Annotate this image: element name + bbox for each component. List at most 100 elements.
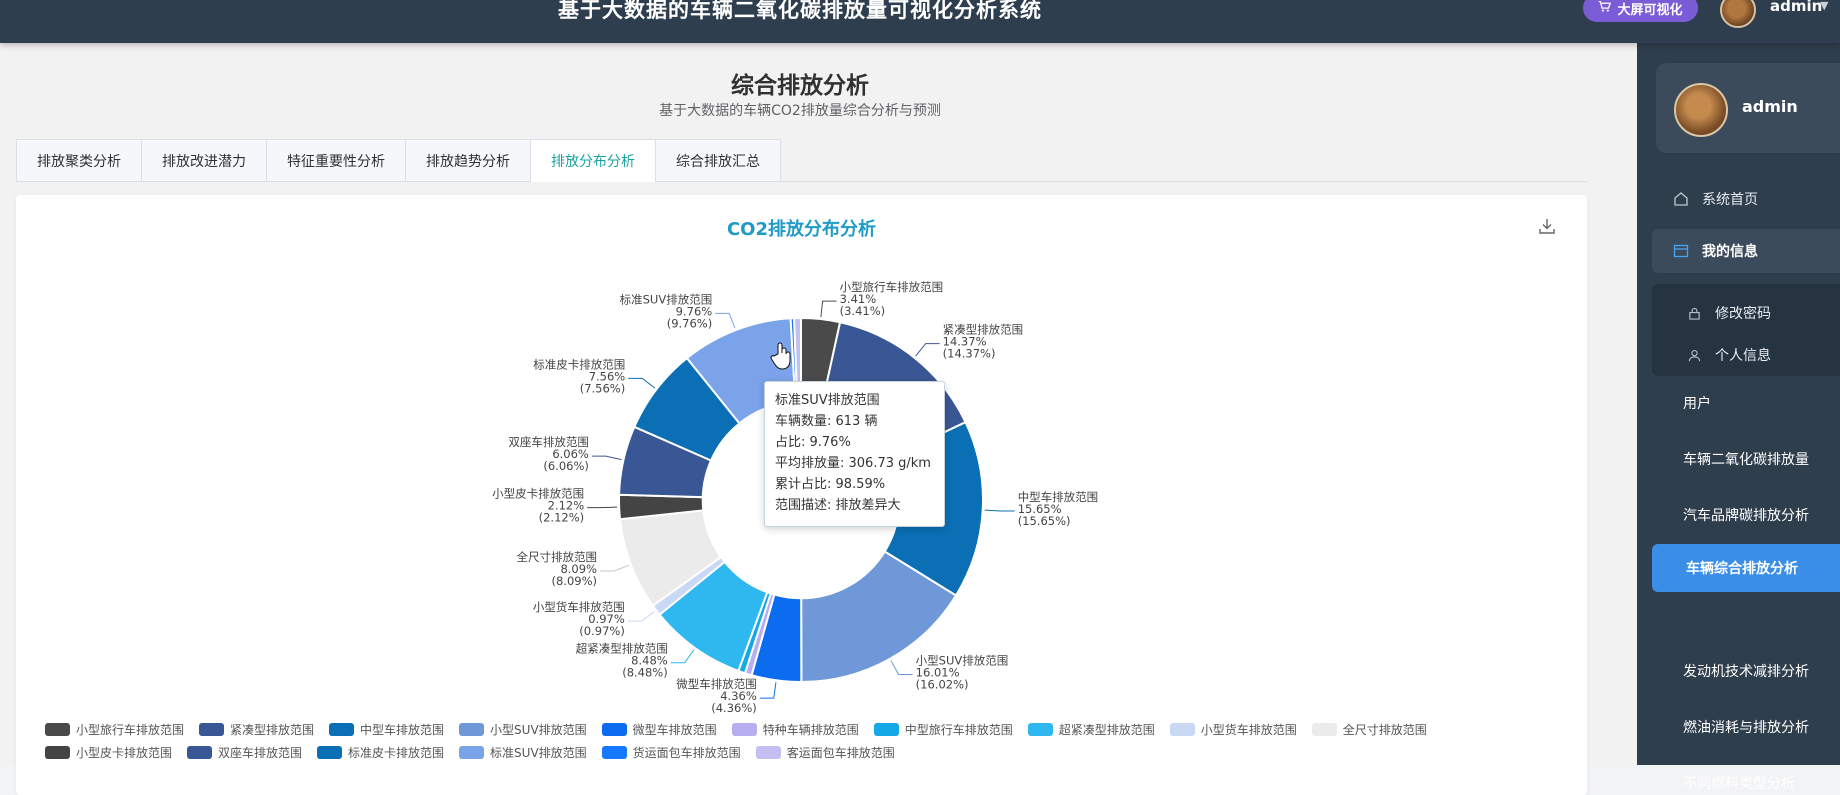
home-icon — [1673, 191, 1689, 207]
avatar[interactable] — [1720, 0, 1756, 28]
legend-swatch — [45, 722, 70, 736]
legend-label: 货运面包车排放范围 — [632, 745, 741, 760]
sidebar-item-fuel-consumption[interactable]: 燃油消耗与排放分析 — [1683, 717, 1809, 737]
tooltip-name: 标准SUV排放范围 — [775, 393, 880, 408]
label-leader-line — [984, 509, 1015, 512]
label-leader-line — [591, 455, 622, 461]
legend-item[interactable]: 货运面包车排放范围 — [601, 745, 741, 760]
legend-swatch — [199, 722, 225, 736]
legend-item[interactable]: 小型皮卡排放范围 — [45, 745, 173, 760]
label-leader-line — [628, 377, 656, 389]
label-leader-line — [627, 610, 655, 622]
legend-label: 客运面包车排放范围 — [786, 745, 895, 760]
tooltip-share: 占比: 9.76% — [775, 435, 851, 450]
legend-swatch — [1027, 722, 1053, 736]
sidebar-item-fuel-types[interactable]: 不同燃料类型分析 — [1683, 773, 1795, 793]
tooltip-desc: 范围描述: 排放差异大 — [775, 498, 901, 513]
legend-item[interactable]: 中型旅行车排放范围 — [873, 722, 1013, 737]
legend-swatch — [329, 722, 355, 736]
label-leader-line — [600, 564, 630, 572]
legend-item[interactable]: 小型旅行车排放范围 — [45, 722, 185, 737]
chart-legend: 小型旅行车排放范围 紧凑型排放范围 中型车排放范围 小型SUV排放范围 微型车排放范围 特… — [45, 722, 1565, 760]
label-leader-line — [715, 312, 736, 329]
legend-label: 中型旅行车排放范围 — [904, 722, 1013, 737]
legend-swatch — [601, 722, 627, 736]
slice-label: 双座车排放范围 6.06% (6.06%) — [508, 435, 589, 473]
label-leader-line — [759, 682, 777, 699]
sidebar-item-comprehensive-analysis[interactable]: 车辆综合排放分析 — [1652, 544, 1840, 592]
label-leader-line — [820, 300, 837, 318]
sidebar-item-my-info[interactable]: 我的信息 — [1652, 229, 1840, 273]
legend-label: 超紧凑型排放范围 — [1058, 722, 1155, 737]
slice-label: 紧凑型排放范围 14.37% (14.37%) — [943, 323, 1024, 361]
slice-label: 中型车排放范围 15.65% (15.65%) — [1018, 490, 1099, 528]
slice-label: 小型货车排放范围 0.97% (0.97%) — [533, 600, 625, 638]
sidebar-item-engine-tech[interactable]: 发动机技术减排分析 — [1683, 661, 1809, 681]
legend-label: 中型车排放范围 — [360, 722, 445, 737]
sidebar-item-home[interactable]: 系统首页 — [1637, 177, 1840, 221]
bigscreen-label: 大屏可视化 — [1617, 2, 1683, 18]
slice-label: 小型皮卡排放范围 2.12% (2.12%) — [492, 487, 584, 525]
legend-item[interactable]: 客运面包车排放范围 — [755, 745, 895, 760]
legend-item[interactable]: 超紧凑型排放范围 — [1027, 722, 1155, 737]
sidebar-item-label: 系统首页 — [1702, 192, 1758, 208]
cart-icon — [1598, 0, 1612, 17]
label-leader-line — [915, 343, 940, 357]
legend-label: 全尺寸排放范围 — [1342, 722, 1427, 737]
legend-item[interactable]: 中型车排放范围 — [329, 722, 445, 737]
main-content: 综合排放分析 基于大数据的车辆CO2排放量综合分析与预测 排放聚类分析 排放改进… — [0, 43, 1637, 795]
sidebar-submenu: 修改密码 个人信息 — [1652, 284, 1840, 376]
slice-label: 小型SUV排放范围 16.01% (16.02%) — [916, 654, 1009, 692]
chevron-down-icon[interactable]: ▼ — [1820, 0, 1828, 12]
label-leader-line — [890, 660, 913, 676]
legend-swatch — [1169, 722, 1195, 736]
legend-item[interactable]: 标准SUV排放范围 — [459, 745, 587, 760]
legend-swatch — [459, 722, 485, 736]
legend-item[interactable]: 全尺寸排放范围 — [1311, 722, 1427, 737]
legend-item[interactable]: 微型车排放范围 — [601, 722, 717, 737]
legend-item[interactable]: 小型货车排放范围 — [1169, 722, 1297, 737]
sidebar-item-label: 修改密码 — [1715, 306, 1771, 322]
tooltip-cumulative: 累计占比: 98.59% — [775, 477, 886, 492]
sidebar-item-co2-emissions[interactable]: 车辆二氧化碳排放量 — [1683, 449, 1809, 469]
sidebar-item-personal-info[interactable]: 个人信息 — [1688, 340, 1771, 370]
bigscreen-button[interactable]: 大屏可视化 — [1583, 0, 1698, 22]
sidebar-item-users[interactable]: 用户 — [1683, 393, 1711, 413]
tooltip-avg: 平均排放量: 306.73 g/km — [775, 456, 931, 471]
legend-item[interactable]: 标准皮卡排放范围 — [317, 745, 445, 760]
chart-tooltip: 标准SUV排放范围 车辆数量: 613 辆 占比: 9.76% 平均排放量: 3… — [764, 381, 945, 527]
legend-label: 小型皮卡排放范围 — [76, 745, 173, 760]
legend-item[interactable]: 小型SUV排放范围 — [459, 722, 587, 737]
legend-label: 标准SUV排放范围 — [490, 745, 587, 760]
slice-label: 超紧凑型排放范围 8.48% (8.48%) — [576, 642, 668, 680]
label-leader-line — [587, 506, 618, 509]
sidebar-item-change-password[interactable]: 修改密码 — [1688, 298, 1771, 328]
sidebar-item-label: 我的信息 — [1702, 244, 1758, 260]
legend-item[interactable]: 双座车排放范围 — [187, 745, 303, 760]
sidebar: admin 系统首页 我的信息 修改密码 个人信息 用户 车辆二氧化碳排放量 汽… — [1637, 43, 1840, 792]
legend-swatch — [731, 722, 757, 736]
avatar — [1674, 83, 1728, 137]
legend-swatch — [755, 745, 781, 759]
lock-icon — [1688, 307, 1701, 320]
user-card: admin — [1656, 63, 1840, 153]
legend-swatch — [601, 745, 627, 759]
legend-label: 小型货车排放范围 — [1200, 722, 1297, 737]
legend-item[interactable]: 紧凑型排放范围 — [199, 722, 314, 737]
legend-label: 微型车排放范围 — [632, 722, 717, 737]
slice-label: 全尺寸排放范围 8.09% (8.09%) — [517, 550, 598, 588]
legend-swatch — [45, 745, 70, 759]
legend-swatch — [873, 722, 899, 736]
sidebar-username: admin — [1742, 97, 1798, 116]
slice-label: 标准皮卡排放范围 7.56% (7.56%) — [533, 357, 625, 395]
calendar-icon — [1673, 243, 1689, 259]
legend-item[interactable]: 特种车辆排放范围 — [731, 722, 859, 737]
sidebar-item-brand-analysis[interactable]: 汽车品牌碳排放分析 — [1683, 505, 1809, 525]
header-username[interactable]: admin — [1770, 0, 1822, 15]
legend-label: 小型旅行车排放范围 — [76, 722, 185, 737]
legend-swatch — [187, 745, 213, 759]
slice-label: 小型旅行车排放范围 3.41% (3.41%) — [840, 280, 944, 318]
legend-label: 标准皮卡排放范围 — [348, 745, 445, 760]
legend-label: 双座车排放范围 — [218, 745, 303, 760]
top-header: 基于大数据的车辆二氧化碳排放量可视化分析系统 大屏可视化 admin ▼ — [0, 0, 1840, 43]
